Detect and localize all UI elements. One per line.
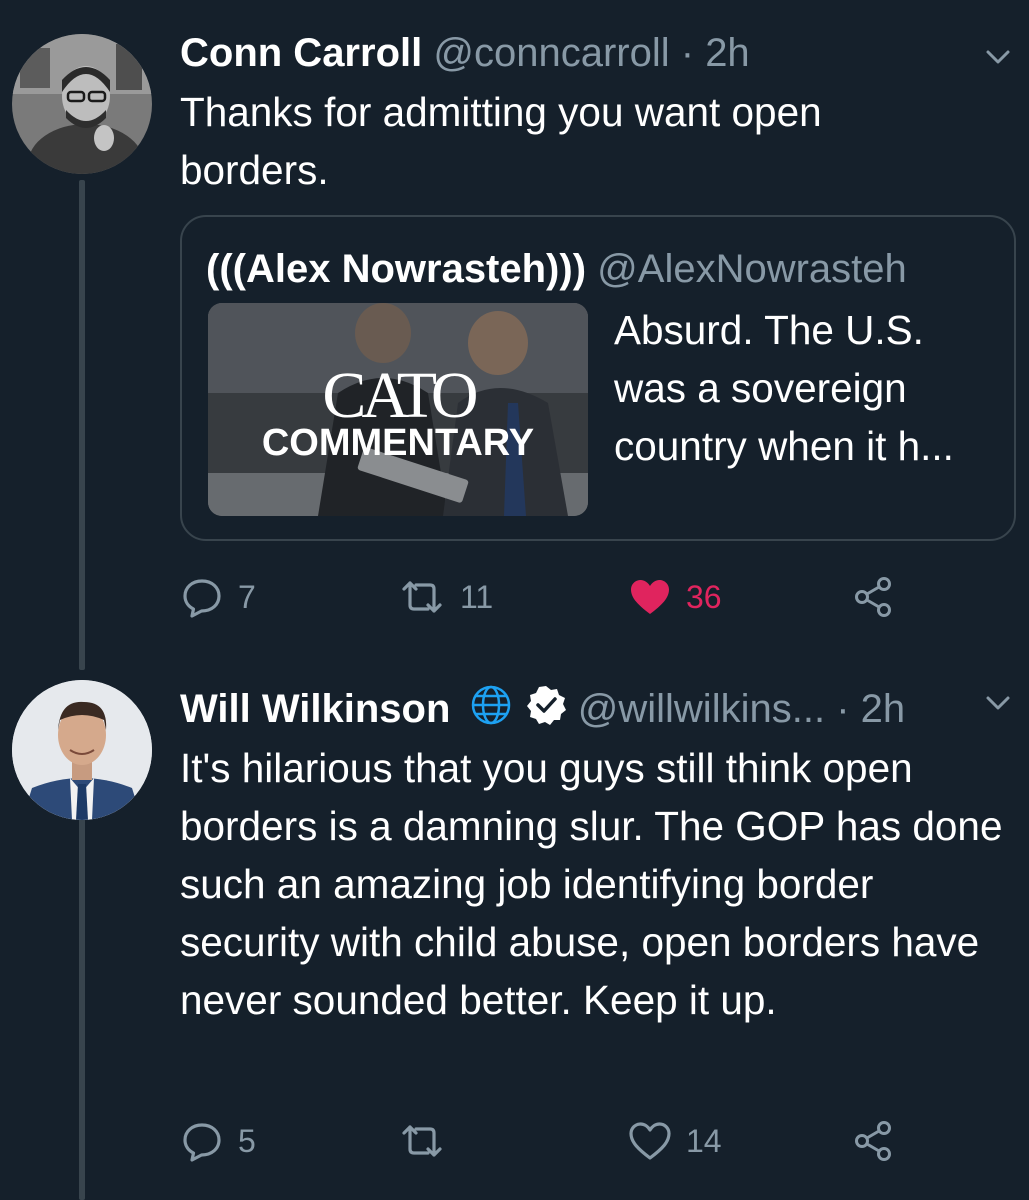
tweet-text: It's hilarious that you guys still think…	[180, 745, 1003, 1023]
reply-count: 7	[238, 578, 256, 615]
retweet-count: 11	[460, 578, 494, 615]
heart-icon	[628, 1119, 672, 1163]
separator-dot: ·	[680, 31, 695, 75]
chevron-down-icon[interactable]	[983, 688, 1013, 718]
like-button[interactable]: 36	[628, 572, 722, 622]
quote-thumbnail[interactable]: CATO COMMENTARY	[208, 303, 588, 516]
thread-line	[79, 180, 85, 670]
author-handle[interactable]: @conncarroll	[433, 31, 669, 75]
cato-commentary-label: COMMENTARY	[261, 422, 535, 464]
separator-dot: ·	[836, 687, 850, 731]
like-count: 14	[686, 1122, 722, 1159]
tweet-will-wilkinson[interactable]: Will Wilkinson @willwilkins... · 2h It's…	[0, 670, 1029, 1200]
share-icon	[852, 1119, 896, 1163]
reply-button[interactable]: 5	[180, 1116, 256, 1166]
tweet-conn-carroll[interactable]: Conn Carroll @conncarroll · 2h Thanks fo…	[0, 0, 1029, 670]
retweet-button[interactable]	[398, 1116, 460, 1166]
tweet-actions: 7 11 36	[180, 572, 1020, 622]
tweet-time[interactable]: 2h	[861, 687, 906, 731]
quote-header: (((Alex Nowrasteh))) @AlexNowrasteh	[206, 245, 907, 293]
like-count: 36	[686, 578, 722, 615]
tweet-time[interactable]: 2h	[705, 31, 750, 75]
verified-icon	[525, 684, 567, 739]
quoted-tweet[interactable]: (((Alex Nowrasteh))) @AlexNowrasteh CATO…	[180, 215, 1016, 541]
quote-author-name: (((Alex Nowrasteh)))	[206, 247, 587, 291]
reply-icon	[180, 1119, 224, 1163]
heart-filled-icon	[628, 575, 672, 619]
reply-icon	[180, 575, 224, 619]
avatar[interactable]	[12, 680, 152, 820]
avatar[interactable]	[12, 34, 152, 174]
like-button[interactable]: 14	[628, 1116, 722, 1166]
share-button[interactable]	[852, 1116, 896, 1166]
retweet-icon	[398, 1119, 446, 1163]
thread-line	[79, 818, 85, 1200]
retweet-icon	[398, 575, 446, 619]
tweet-text: Thanks for admitting you want open borde…	[180, 89, 822, 193]
share-icon	[852, 575, 896, 619]
reply-button[interactable]: 7	[180, 572, 256, 622]
share-button[interactable]	[852, 572, 896, 622]
tweet-header: Conn Carroll @conncarroll · 2h	[180, 27, 750, 79]
retweet-button[interactable]: 11	[398, 572, 493, 622]
author-handle[interactable]: @willwilkins...	[578, 687, 825, 731]
author-name[interactable]: Will Wilkinson	[180, 687, 450, 731]
globe-icon	[470, 684, 512, 739]
author-name[interactable]: Conn Carroll	[180, 31, 422, 75]
reply-count: 5	[238, 1122, 256, 1159]
quote-author-handle: @AlexNowrasteh	[597, 247, 907, 291]
chevron-down-icon[interactable]	[983, 42, 1013, 72]
quote-text: Absurd. The U.S. was a sovereign country…	[614, 307, 954, 469]
tweet-actions: 5 14	[180, 1116, 1020, 1166]
tweet-header: Will Wilkinson @willwilkins... · 2h	[180, 683, 905, 735]
